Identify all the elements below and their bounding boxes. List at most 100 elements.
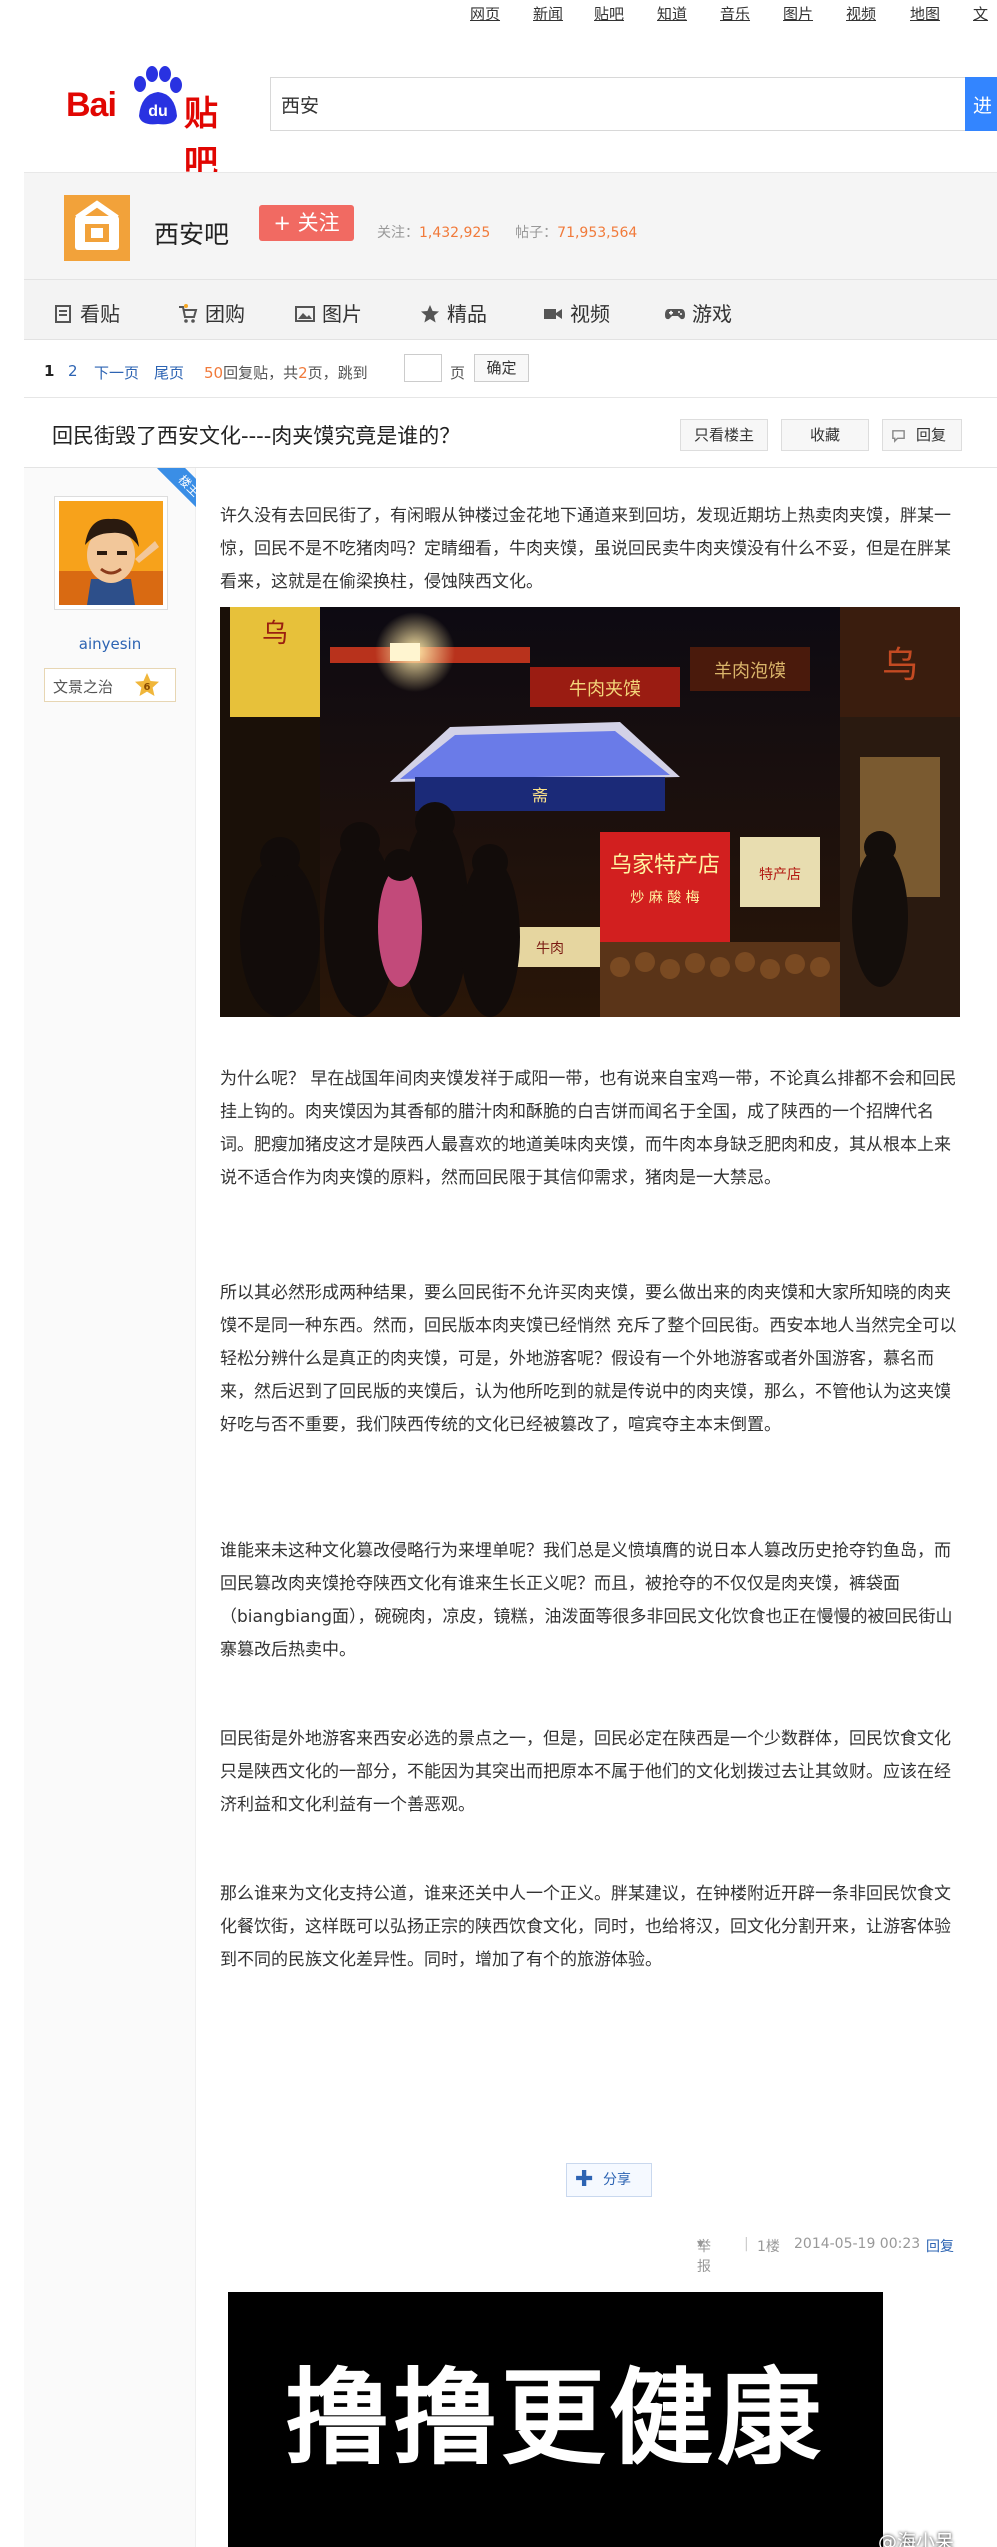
post-paragraph: 所以其必然形成两种结果，要么回民街不允许买肉夹馍，要么做出来的肉夹馍和大家所知晓… <box>220 1283 957 1435</box>
tab-games[interactable]: 游戏 <box>664 298 732 327</box>
forum-name[interactable]: 西安吧 <box>154 215 229 251</box>
collect-button[interactable]: 收藏 <box>781 419 869 451</box>
reply-button-label: 回复 <box>915 426 946 444</box>
nav-link-images[interactable]: 图片 <box>783 3 813 24</box>
nav-link-zhidao[interactable]: 知道 <box>657 3 687 24</box>
sign-text: 羊肉泡馍 <box>714 661 786 682</box>
next-page-link[interactable]: 下一页 <box>94 362 139 383</box>
cart-icon <box>179 304 198 323</box>
follow-button[interactable]: + 关注 <box>259 205 354 241</box>
only-op-button[interactable]: 只看楼主 <box>680 419 768 451</box>
page-jump-label: 页，跳到 <box>307 364 368 382</box>
post-meta: 举报 ▾ | 1楼 2014-05-19 00:23 回复 <box>0 2236 997 2275</box>
page-current: 1 <box>44 362 55 380</box>
post-paragraph: 许久没有去回民街了，有闲暇从钟楼过金花地下通道来到回坊，发现近期坊上热卖肉夹馍，… <box>220 506 951 592</box>
nav-link-map[interactable]: 地图 <box>910 3 940 24</box>
top-nav: 网页 新闻 贴吧 知道 音乐 图片 视频 地图 文 <box>0 0 997 30</box>
sign-text: 乌 <box>882 645 918 686</box>
tab-posts[interactable]: 看贴 <box>52 298 120 327</box>
logo-text-du: du <box>148 103 168 120</box>
star-icon <box>421 305 439 323</box>
baidu-tieba-logo[interactable]: Bai du 贴吧 <box>66 64 246 183</box>
page-unit: 页 <box>450 364 466 382</box>
author-username[interactable]: ainyesin <box>24 635 196 653</box>
post-paragraph: 那么谁来为文化支持公道，谁来还关中人一个正义。胖某建议，在钟楼附近开辟一条非回民… <box>220 1884 951 1970</box>
level-star-icon: 6 <box>135 673 159 696</box>
share-plus-icon: ✚ <box>575 2167 594 2192</box>
weibo-watermark: @海小呆 <box>878 2531 955 2547</box>
level-number: 6 <box>144 682 151 693</box>
post-count-label: 帖子： <box>515 225 558 241</box>
sign-text: 特产店 <box>759 867 801 883</box>
follow-count-label: 关注： <box>377 225 419 241</box>
forum-header: 西安吧 + 关注 关注：1,432,925 帖子：71,953,564 <box>24 172 997 280</box>
page-jump-confirm-button[interactable]: 确定 <box>474 354 529 382</box>
nav-link-video[interactable]: 视频 <box>846 3 876 24</box>
signature-text: 撸撸更健康 <box>285 2356 825 2479</box>
sign-text: 牛肉 <box>536 941 564 957</box>
share-button[interactable]: ✚ 分享 <box>566 2163 652 2197</box>
logo-text-bai: Bai <box>66 86 117 124</box>
sign-text: 牛肉夹馍 <box>569 679 641 700</box>
sign-text: 乌家特产店 <box>610 853 720 878</box>
meta-divider: | <box>744 2236 749 2252</box>
post-paragraph: 回民街是外地游客来西安必选的景点之一，但是，回民必定在陕西是一个少数群体，回民饮… <box>220 1729 951 1815</box>
post-time: 2014-05-19 00:23 <box>794 2236 921 2252</box>
post-icon <box>55 305 71 323</box>
nav-link-news[interactable]: 新闻 <box>533 3 563 24</box>
page-2-link[interactable]: 2 <box>68 362 78 380</box>
search-input[interactable]: 西安 <box>270 77 965 131</box>
reply-info: 50回复贴，共2页，跳到 <box>204 362 368 383</box>
nav-link-music[interactable]: 音乐 <box>720 3 750 24</box>
night-market-photo: 乌 牛肉夹馍 羊肉泡馍 乌 斋 乌家特产店 炒 麻 酸 梅 特产店 牛肉 <box>220 607 960 1017</box>
post-count: 71,953,564 <box>557 225 638 241</box>
avatar-image <box>59 501 163 605</box>
forum-avatar-icon <box>64 195 130 261</box>
nav-link-wenku[interactable]: 文 <box>973 3 988 24</box>
reply-button[interactable]: 回复 <box>882 419 962 451</box>
tab-groupbuy-label: 团购 <box>205 302 245 326</box>
follow-count: 1,432,925 <box>419 225 491 241</box>
video-icon <box>544 309 562 319</box>
gamepad-icon <box>665 309 685 320</box>
pagination-bar: 1 2 下一页 尾页 50回复贴，共2页，跳到 页 确定 <box>24 340 997 398</box>
logo-text-tieba: 贴吧 <box>184 94 218 183</box>
post-photo[interactable]: 乌 牛肉夹馍 羊肉泡馍 乌 斋 乌家特产店 炒 麻 酸 梅 特产店 牛肉 <box>220 607 960 1017</box>
avatar[interactable] <box>54 496 168 610</box>
last-page-link[interactable]: 尾页 <box>154 362 184 383</box>
nav-link-tieba[interactable]: 贴吧 <box>594 3 624 24</box>
page-jump-input[interactable] <box>404 354 442 382</box>
reply-bubble-icon <box>892 430 905 443</box>
page-count: 2 <box>298 364 308 382</box>
nav-link-web[interactable]: 网页 <box>470 3 500 24</box>
paw-logo-icon: du <box>134 66 182 125</box>
signature-calligraphy: 撸撸更健康 <box>228 2292 883 2547</box>
post-reply-link[interactable]: 回复 <box>926 2236 954 2256</box>
thread-title-bar: 回民街毁了西安文化----肉夹馍究竟是谁的？ 只看楼主 收藏 回复 <box>24 398 997 468</box>
forum-stats: 关注：1,432,925 帖子：71,953,564 <box>377 222 637 242</box>
floor-number: 1楼 <box>757 2239 780 2255</box>
tab-images[interactable]: 图片 <box>294 298 362 327</box>
reply-label: 回复贴，共 <box>223 364 299 382</box>
tab-video-label: 视频 <box>570 302 610 326</box>
tab-featured-label: 精品 <box>447 302 487 326</box>
post-paragraph: 谁能来未这种文化篡改侵略行为来埋单呢？我们总是义愤填膺的说日本人篡改历史抢夺钓鱼… <box>220 1541 953 1660</box>
tab-games-label: 游戏 <box>692 302 732 326</box>
tab-video[interactable]: 视频 <box>542 298 610 327</box>
thread-title: 回民街毁了西安文化----肉夹馍究竟是谁的？ <box>52 424 461 448</box>
post-paragraph: 为什么呢？ 早在战国年间肉夹馍发祥于咸阳一带，也有说来自宝鸡一带，不论真么排都不… <box>220 1069 957 1188</box>
image-icon <box>295 306 315 322</box>
chevron-down-icon: ▾ <box>697 2236 705 2252</box>
author-level-title: 文景之治 <box>53 678 114 696</box>
search-button[interactable]: 进 <box>965 77 997 131</box>
tab-posts-label: 看贴 <box>80 302 120 326</box>
tab-images-label: 图片 <box>322 302 362 326</box>
tab-groupbuy[interactable]: 团购 <box>177 298 245 327</box>
sign-text: 乌 <box>262 619 288 649</box>
tab-featured[interactable]: 精品 <box>419 298 487 327</box>
reply-count: 50 <box>204 364 224 382</box>
forum-tabs: 看贴 团购 图片 精品 视频 游戏 <box>24 280 997 340</box>
signature-image: 撸撸更健康 <box>228 2292 883 2547</box>
share-label: 分享 <box>603 2172 631 2188</box>
author-level-badge[interactable]: 文景之治 6 <box>44 668 176 702</box>
